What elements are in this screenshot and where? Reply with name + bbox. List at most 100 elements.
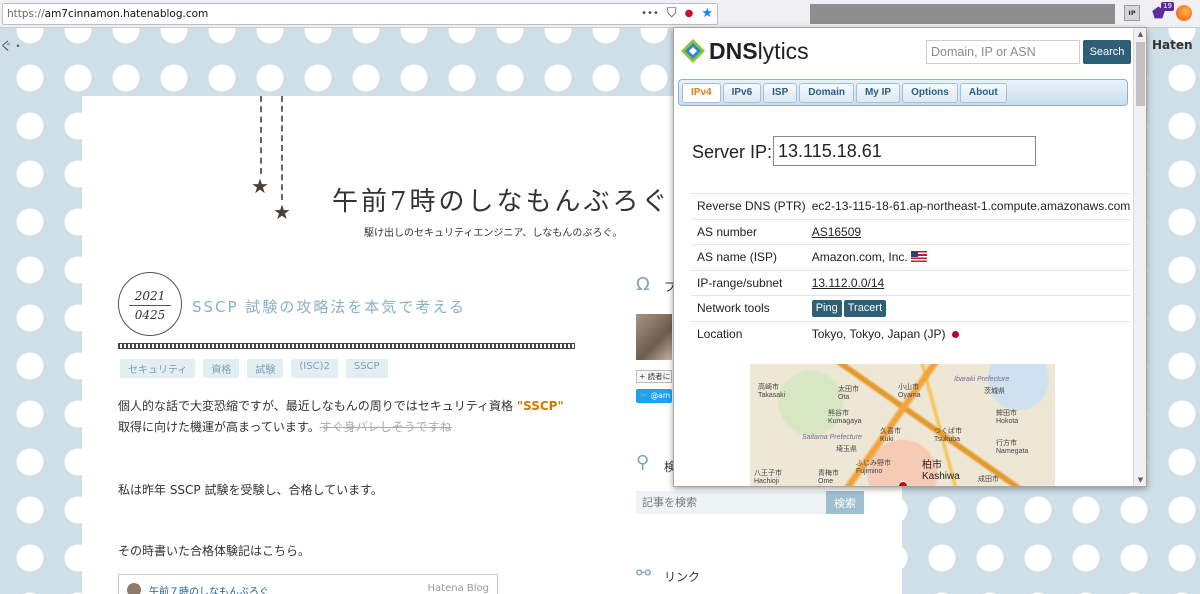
blog-subtitle: 駆け出しのセキュリティエンジニア、しなもんのぶろぐ。 <box>364 228 623 239</box>
decoration-string <box>281 96 283 200</box>
pocket-icon[interactable]: ⛉ <box>667 6 677 22</box>
map-label: 茨城県 <box>984 388 1005 395</box>
network-tools-label: Network tools <box>691 295 806 321</box>
profile-image <box>636 314 672 360</box>
left-edge-text: ぐ・ <box>0 39 25 53</box>
map-label: 柏市 Kashiwa <box>922 460 960 482</box>
entry-title[interactable]: SSCP 試験の攻略法を本気で考える <box>192 296 466 317</box>
ip-range-link[interactable]: 13.112.0.0/14 <box>812 276 885 290</box>
dnslytics-tabs: IPv4 IPv6 ISP Domain My IP Options About <box>678 79 1128 106</box>
table-row: AS name (ISP) Amazon.com, Inc. <box>691 244 1131 270</box>
avatar <box>127 583 141 594</box>
scroll-up-icon[interactable]: ▲ <box>1134 28 1146 40</box>
tab-options[interactable]: Options <box>902 83 958 103</box>
as-number-label: AS number <box>691 218 806 245</box>
as-number-link[interactable]: AS16509 <box>812 225 861 239</box>
firefox-icon[interactable] <box>1176 5 1192 21</box>
location-label: Location <box>691 320 806 347</box>
search-icon: ⚲ <box>636 452 650 473</box>
table-row: Network tools Ping Tracert <box>691 295 1131 321</box>
article-search-input[interactable] <box>636 491 826 514</box>
tag-link[interactable]: セキュリティ <box>120 359 196 378</box>
table-row: Location Tokyo, Tokyo, Japan (JP) <box>691 320 1131 347</box>
embed-title[interactable]: 午前７時のしなもんぶろぐ <box>149 583 269 594</box>
domain-search-input[interactable] <box>926 40 1080 64</box>
table-row: Reverse DNS (PTR) ec2-13-115-18-61.ap-no… <box>691 193 1131 219</box>
blog-title[interactable]: 午前7時のしなもんぶろぐ <box>332 181 671 218</box>
profile-icon: Ω <box>636 274 650 295</box>
tab-domain[interactable]: Domain <box>799 83 854 103</box>
tag-link[interactable]: SSCP <box>345 359 388 378</box>
map-label: Saitama Prefecture <box>802 434 862 441</box>
page-actions-menu-icon[interactable]: ••• <box>641 6 659 22</box>
ip-range-label: IP-range/subnet <box>691 269 806 296</box>
sscp-highlight: "SSCP" <box>516 399 564 413</box>
hatena-blog-logo: Hatena Blog <box>427 583 489 594</box>
location-marker-icon[interactable] <box>898 481 908 486</box>
server-ip-field[interactable] <box>773 136 1036 166</box>
table-row: AS number AS16509 <box>691 218 1131 245</box>
redacted-toolbar-area <box>810 4 1115 24</box>
reverse-dns-value: ec2-13-115-18-61.ap-northeast-1.compute.… <box>805 193 1131 219</box>
tab-ipv6[interactable]: IPv6 <box>722 83 762 103</box>
tab-isp[interactable]: ISP <box>763 83 798 103</box>
decoration-string <box>260 96 262 174</box>
tag-link[interactable]: (ISC)2 <box>291 359 338 378</box>
map-label: 成田市 <box>978 476 999 483</box>
browser-toolbar: https://am7cinnamon.hatenablog.com ••• ⛉… <box>0 0 1200 28</box>
dnslytics-brand: DNSlytics <box>709 38 809 64</box>
map-label: 鉾田市 Hokota <box>996 410 1019 425</box>
tag-link[interactable]: 試験 <box>247 359 284 378</box>
ip-info-table: Reverse DNS (PTR) ec2-13-115-18-61.ap-no… <box>691 193 1131 347</box>
map-label: 久喜市 Kuki <box>880 428 901 443</box>
map-label: つくば市 Tsukuba <box>934 428 962 443</box>
star-icon: ★ <box>273 200 291 224</box>
extension-badge: 19 <box>1161 2 1174 11</box>
url-text[interactable]: https://am7cinnamon.hatenablog.com <box>7 8 208 20</box>
us-flag-icon <box>910 251 927 263</box>
dnslytics-logo-icon <box>681 39 705 63</box>
tab-about[interactable]: About <box>959 83 1007 103</box>
location-value: Tokyo, Tokyo, Japan (JP) <box>811 327 946 341</box>
entry-paragraph: 私は昨年 SSCP 試験を受験し、合格しています。 <box>118 483 383 497</box>
map-label: 高崎市 Takasaki <box>758 384 786 399</box>
map-label: 熊谷市 Kumagaya <box>828 410 862 425</box>
map-label: 小山市 Oyama <box>898 384 921 399</box>
search-button[interactable]: Search <box>1083 40 1131 64</box>
map-label: Ibaraki Prefecture <box>954 376 1010 383</box>
twitter-follow-button[interactable]: 🐦 @am <box>636 389 672 403</box>
dnslytics-popup: DNSlytics Search IPv4 IPv6 ISP Domain My… <box>673 27 1147 487</box>
subscribe-button[interactable]: + 読者に <box>636 370 672 383</box>
server-ip-label: Server IP: <box>692 142 773 162</box>
entry-paragraph: その時書いた合格体験記はこちら。 <box>118 544 311 558</box>
map-label: 行方市 Namegata <box>996 440 1029 455</box>
bookmark-star-icon[interactable]: ★ <box>701 6 713 22</box>
blog-embed-card[interactable]: 午前７時のしなもんぶろぐ Hatena Blog <box>118 574 498 594</box>
location-map[interactable]: 高崎市 Takasaki 太田市 Ota 小山市 Oyama Ibaraki P… <box>750 364 1055 486</box>
ip-extension-icon[interactable]: IP <box>1124 5 1140 21</box>
url-actions: ••• ⛉ ● ★ <box>641 6 713 22</box>
address-bar[interactable]: https://am7cinnamon.hatenablog.com ••• ⛉… <box>2 3 718 25</box>
extension-dot-icon[interactable]: ● <box>685 6 694 22</box>
links-heading: リンク <box>664 570 701 584</box>
tracert-button[interactable]: Tracert <box>843 299 887 317</box>
entry-date: 2021 0425 <box>118 272 182 336</box>
map-label: 埼玉県 <box>836 446 857 453</box>
entry-tags: セキュリティ 資格 試験 (ISC)2 SSCP <box>120 359 388 378</box>
entry-date-day: 0425 <box>129 305 171 322</box>
link-icon: ⚯ <box>636 563 652 584</box>
map-label: 青梅市 Ome <box>818 470 839 485</box>
popup-scrollbar[interactable]: ▲ ▼ <box>1133 28 1146 486</box>
scroll-thumb[interactable] <box>1136 42 1145 106</box>
hatena-header-fragment[interactable]: Haten <box>1152 38 1193 52</box>
tab-my-ip[interactable]: My IP <box>855 83 901 103</box>
tag-link[interactable]: 資格 <box>203 359 240 378</box>
article-search-button[interactable]: 検索 <box>826 491 864 514</box>
entry-date-year: 2021 <box>134 289 166 303</box>
ping-button[interactable]: Ping <box>811 299 842 317</box>
tab-ipv4[interactable]: IPv4 <box>682 83 721 103</box>
entry-paragraph: 個人的な話で大変恐縮ですが、最近しなもんの周りではセキュリティ資格 "SSCP"… <box>118 399 564 434</box>
as-name-label: AS name (ISP) <box>691 244 806 270</box>
scroll-down-icon[interactable]: ▼ <box>1134 474 1146 486</box>
title-divider <box>118 343 575 349</box>
